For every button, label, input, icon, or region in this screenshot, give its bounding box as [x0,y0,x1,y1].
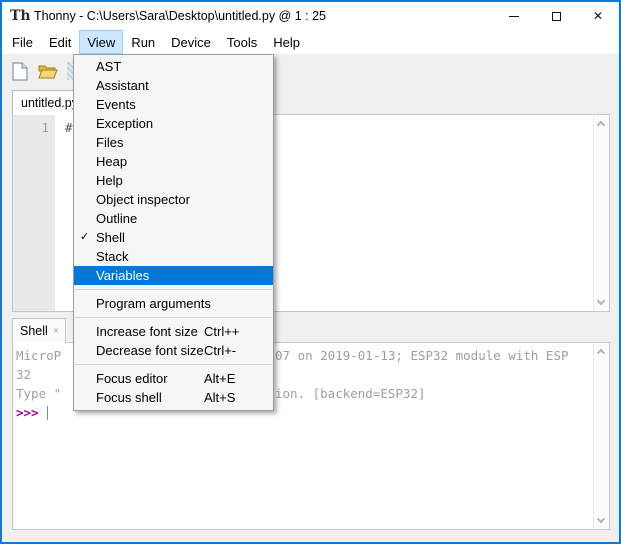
shell-banner-line3-left: Type " [16,386,61,401]
menu-separator [75,289,272,290]
menu-item-label: Shell [96,230,125,245]
minimize-icon [509,16,519,17]
menu-item-label: Focus editor [96,371,168,386]
menu-view[interactable]: View [79,30,123,54]
menu-item-increase-font-size[interactable]: Increase font size Ctrl++ [74,322,273,341]
menu-item-label: Help [96,173,123,188]
shell-banner-line1-left: MicroP [16,348,61,363]
tab-shell[interactable]: Shell × [12,318,66,343]
menu-file[interactable]: File [4,30,41,54]
menu-item-assistant[interactable]: Assistant [74,76,273,95]
editor-code-line: # [65,120,73,135]
open-folder-icon [38,63,58,80]
editor-scrollbar[interactable] [593,116,608,310]
menu-item-label: Program arguments [96,296,211,311]
menu-item-label: Decrease font size [96,343,204,358]
close-button[interactable]: ✕ [577,2,619,30]
menu-help[interactable]: Help [265,30,308,54]
checkmark-icon: ✓ [80,228,89,247]
shell-scrollbar[interactable] [593,344,608,528]
menu-item-program-arguments[interactable]: Program arguments [74,294,273,313]
open-file-button[interactable] [38,61,58,81]
thonny-logo-icon: Th [10,8,27,25]
menu-run[interactable]: Run [123,30,163,54]
menu-separator [75,364,272,365]
menu-separator [75,317,272,318]
window-title: Thonny - C:\Users\Sara\Desktop\untitled.… [34,9,326,23]
scroll-up-icon[interactable] [597,349,605,357]
thonny-window: Th Thonny - C:\Users\Sara\Desktop\untitl… [0,0,621,544]
menu-item-shell[interactable]: ✓ Shell [74,228,273,247]
menu-item-help[interactable]: Help [74,171,273,190]
shell-banner-line3-right: ion. [backend=ESP32] [275,386,426,401]
menu-device[interactable]: Device [163,30,219,54]
scroll-down-icon[interactable] [597,515,605,523]
menu-item-outline[interactable]: Outline [74,209,273,228]
view-menu-dropdown: AST Assistant Events Exception Files Hea… [73,54,274,411]
new-file-button[interactable] [10,61,30,81]
menu-item-decrease-font-size[interactable]: Decrease font size Ctrl+- [74,341,273,360]
line-number: 1 [41,120,49,135]
menu-item-events[interactable]: Events [74,95,273,114]
menu-tools[interactable]: Tools [219,30,265,54]
shell-prompt: >>> [16,405,39,420]
menu-item-label: Files [96,135,123,150]
menu-item-shortcut: Ctrl++ [204,322,239,341]
menu-item-label: Exception [96,116,153,131]
line-number-gutter: 1 [13,115,55,311]
menu-item-heap[interactable]: Heap [74,152,273,171]
scroll-up-icon[interactable] [597,121,605,129]
shell-banner-line1-right: 07 on 2019-01-13; ESP32 module with ESP [275,348,569,363]
menu-item-files[interactable]: Files [74,133,273,152]
menu-item-label: Heap [96,154,127,169]
menu-item-focus-editor[interactable]: Focus editor Alt+E [74,369,273,388]
menu-item-label: Increase font size [96,324,198,339]
editor-tab-label: untitled.py [21,96,78,110]
minimize-button[interactable] [493,2,535,30]
menu-item-label: Focus shell [96,390,162,405]
menu-item-label: Assistant [96,78,149,93]
menu-item-shortcut: Alt+S [204,388,235,407]
menu-edit[interactable]: Edit [41,30,79,54]
menu-bar: File Edit View Run Device Tools Help [2,30,619,54]
status-bar [2,529,619,542]
window-controls: ✕ [493,2,619,30]
menu-item-shortcut: Ctrl+- [204,341,236,360]
title-bar: Th Thonny - C:\Users\Sara\Desktop\untitl… [2,2,619,30]
menu-item-label: Outline [96,211,137,226]
menu-item-label: Stack [96,249,129,264]
menu-item-stack[interactable]: Stack [74,247,273,266]
scroll-down-icon[interactable] [597,297,605,305]
menu-item-exception[interactable]: Exception [74,114,273,133]
maximize-button[interactable] [535,2,577,30]
shell-tab-label: Shell [20,324,48,338]
shell-cursor [47,406,48,420]
close-icon: ✕ [593,9,603,23]
maximize-icon [552,12,561,21]
menu-item-variables[interactable]: Variables [74,266,273,285]
menu-item-shortcut: Alt+E [204,369,235,388]
shell-banner-line2: 32 [16,367,31,382]
menu-item-label: AST [96,59,121,74]
menu-item-object-inspector[interactable]: Object inspector [74,190,273,209]
shell-tab-close-icon[interactable]: × [53,325,59,337]
menu-item-label: Events [96,97,136,112]
menu-item-label: Object inspector [96,192,190,207]
menu-item-focus-shell[interactable]: Focus shell Alt+S [74,388,273,407]
menu-item-ast[interactable]: AST [74,57,273,76]
new-file-icon [12,62,28,81]
menu-item-label: Variables [96,268,149,283]
